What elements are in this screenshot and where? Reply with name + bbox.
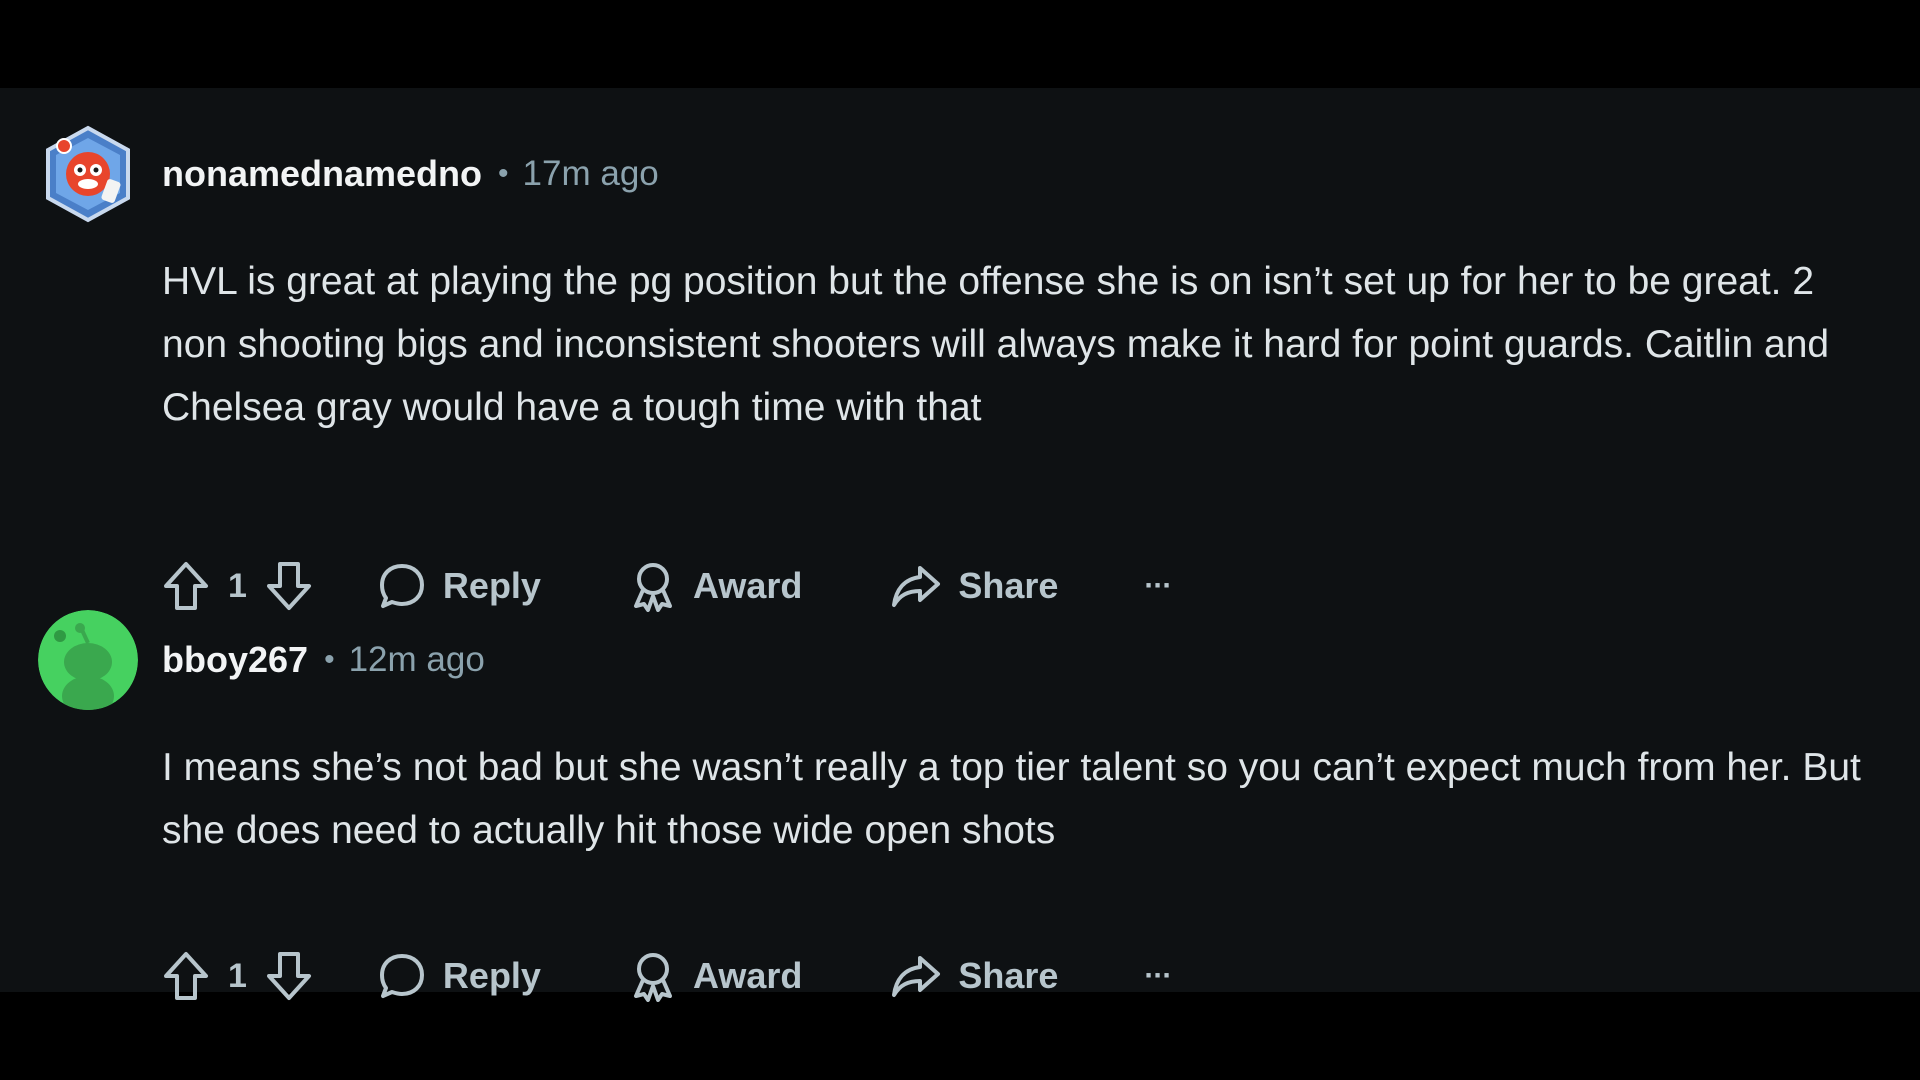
comment-meta: bboy267 • 12m ago (162, 638, 485, 682)
reply-button[interactable]: Reply (377, 946, 541, 1006)
share-icon (892, 956, 941, 997)
award-label: Award (692, 955, 803, 996)
vote-count: 1 (228, 956, 247, 995)
share-button[interactable]: Share (890, 946, 1058, 1006)
timestamp[interactable]: 17m ago (523, 154, 659, 194)
comment-actions: 1 Reply Award Share ··· (162, 946, 1172, 1006)
downvote-button[interactable] (265, 556, 313, 616)
comment-actions: 1 Reply Award Share ··· (162, 556, 1172, 616)
share-button[interactable]: Share (890, 556, 1058, 616)
more-options-icon: ··· (1144, 569, 1172, 602)
meta-separator: • (324, 643, 335, 676)
user-avatar[interactable] (38, 610, 138, 710)
award-button[interactable]: Award (629, 556, 802, 616)
upvote-icon (164, 562, 208, 610)
award-button[interactable]: Award (629, 946, 802, 1006)
username[interactable]: bboy267 (162, 639, 308, 681)
upvote-button[interactable] (162, 946, 210, 1006)
downvote-icon (266, 562, 311, 610)
default-snoo-avatar-icon (38, 610, 138, 710)
vote-count: 1 (228, 566, 247, 605)
snoo-avatar-icon (46, 125, 130, 223)
speech-bubble-icon (379, 564, 424, 608)
award-icon (633, 953, 672, 1002)
share-label: Share (958, 955, 1059, 996)
downvote-button[interactable] (265, 946, 313, 1006)
comment-meta: nonamednamedno • 17m ago (162, 152, 659, 196)
meta-separator: • (498, 157, 509, 190)
more-options-button[interactable]: ··· (1144, 556, 1172, 616)
comment-thread: nonamednamedno • 17m ago HVL is great at… (0, 88, 1920, 1002)
upvote-button[interactable] (162, 556, 210, 616)
share-label: Share (958, 565, 1059, 606)
more-options-button[interactable]: ··· (1144, 946, 1172, 1006)
award-icon (633, 563, 672, 612)
timestamp[interactable]: 12m ago (349, 640, 485, 680)
upvote-icon (164, 952, 208, 1000)
username[interactable]: nonamednamedno (162, 153, 482, 195)
comment-body: I means she’s not bad but she wasn’t rea… (162, 746, 1861, 852)
user-avatar[interactable] (38, 124, 138, 224)
share-icon (892, 566, 941, 607)
reply-button[interactable]: Reply (377, 556, 541, 616)
reply-label: Reply (442, 565, 541, 606)
award-label: Award (692, 565, 803, 606)
reply-label: Reply (442, 955, 541, 996)
downvote-icon (266, 952, 311, 1000)
more-options-icon: ··· (1144, 959, 1172, 992)
speech-bubble-icon (379, 954, 424, 998)
comment-body: HVL is great at playing the pg position … (162, 260, 1830, 429)
